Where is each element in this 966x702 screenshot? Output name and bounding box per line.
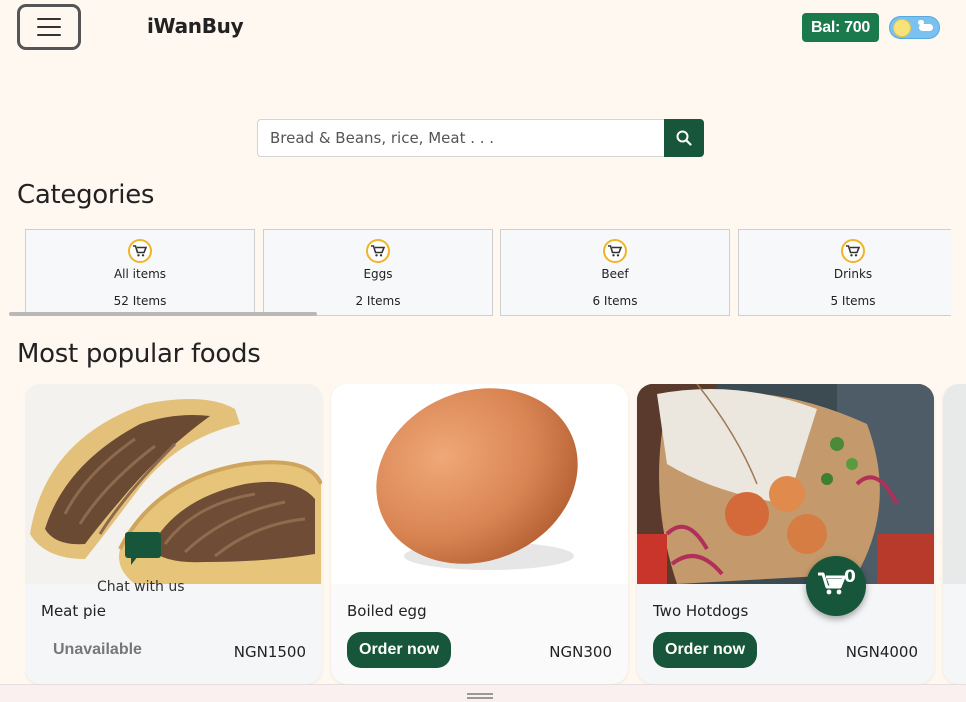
food-card-partial[interactable] bbox=[943, 384, 966, 684]
category-card-drinks[interactable]: Drinks 5 Items bbox=[738, 229, 951, 316]
food-price: NGN1500 bbox=[233, 643, 306, 661]
hamburger-icon-line bbox=[37, 18, 61, 20]
cart-icon bbox=[603, 239, 627, 263]
food-card-two-hotdogs[interactable]: Two Hotdogs Order now NGN4000 bbox=[637, 384, 934, 684]
category-count: 5 Items bbox=[830, 294, 876, 308]
category-card-all-items[interactable]: All items 52 Items bbox=[25, 229, 255, 316]
search-input[interactable] bbox=[257, 119, 664, 157]
food-name: Two Hotdogs bbox=[653, 602, 749, 620]
order-now-button[interactable]: Order now bbox=[653, 632, 758, 668]
cart-icon bbox=[818, 572, 846, 595]
cloud-icon bbox=[919, 24, 933, 31]
chat-with-us-button[interactable]: Chat with us bbox=[97, 532, 192, 595]
cart-button[interactable]: 0 bbox=[806, 556, 866, 616]
theme-toggle[interactable] bbox=[889, 16, 940, 39]
category-scrollbar[interactable] bbox=[9, 312, 317, 316]
category-list: All items 52 Items Eggs 2 Items Beef 6 I… bbox=[25, 229, 951, 316]
bottom-sheet-bar[interactable] bbox=[0, 684, 966, 702]
category-count: 52 Items bbox=[113, 294, 167, 308]
food-card-boiled-egg[interactable]: Boiled egg Order now NGN300 bbox=[331, 384, 628, 684]
food-image bbox=[943, 384, 966, 584]
category-name: Drinks bbox=[833, 267, 873, 281]
food-name: Boiled egg bbox=[347, 602, 427, 620]
category-card-eggs[interactable]: Eggs 2 Items bbox=[263, 229, 493, 316]
categories-title: Categories bbox=[17, 180, 155, 210]
food-price: NGN300 bbox=[549, 643, 612, 661]
category-name: Eggs bbox=[363, 267, 393, 281]
cart-icon bbox=[366, 239, 390, 263]
category-name: Beef bbox=[601, 267, 629, 281]
sun-icon bbox=[893, 19, 911, 37]
chat-bubble-icon bbox=[125, 532, 161, 558]
balance-badge: Bal: 700 bbox=[802, 13, 879, 42]
chat-label: Chat with us bbox=[97, 579, 185, 595]
drag-handle-icon[interactable] bbox=[467, 693, 493, 699]
category-count: 6 Items bbox=[592, 294, 638, 308]
menu-button[interactable] bbox=[17, 4, 81, 50]
food-image bbox=[331, 384, 628, 584]
cart-icon bbox=[128, 239, 152, 263]
unavailable-label: Unavailable bbox=[53, 641, 142, 658]
search-bar bbox=[257, 119, 704, 157]
order-now-button[interactable]: Order now bbox=[347, 632, 452, 668]
brand-title: iWanBuy bbox=[147, 14, 244, 38]
popular-foods-title: Most popular foods bbox=[17, 339, 261, 369]
chat-bubble-icon-tail bbox=[131, 556, 138, 565]
category-count: 2 Items bbox=[355, 294, 401, 308]
category-card-beef[interactable]: Beef 6 Items bbox=[500, 229, 730, 316]
hamburger-icon-line bbox=[37, 34, 61, 36]
cart-icon bbox=[841, 239, 865, 263]
cart-count: 0 bbox=[844, 567, 856, 587]
hamburger-icon-line bbox=[37, 26, 61, 28]
food-name: Meat pie bbox=[41, 602, 106, 620]
search-button[interactable] bbox=[664, 119, 704, 157]
search-icon bbox=[676, 130, 692, 146]
food-price: NGN4000 bbox=[845, 643, 918, 661]
food-image bbox=[637, 384, 934, 584]
category-name: All items bbox=[113, 267, 167, 281]
